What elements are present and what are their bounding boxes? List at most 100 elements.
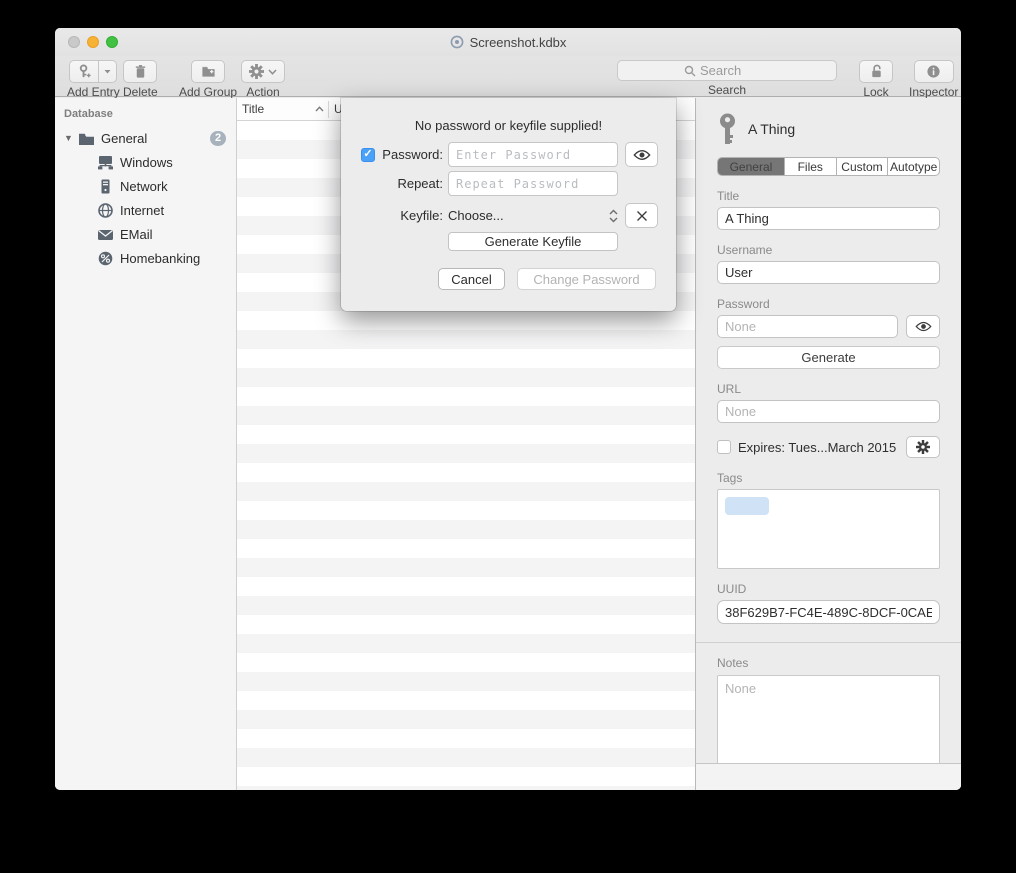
- app-window: Screenshot.kdbx: [55, 28, 961, 790]
- change-password-button[interactable]: Change Password: [517, 268, 656, 290]
- change-password-sheet: No password or keyfile supplied! ✓ Passw…: [341, 98, 676, 311]
- add-entry-button[interactable]: [69, 60, 99, 83]
- expires-checkbox[interactable]: [717, 440, 731, 454]
- generate-label: Generate: [801, 350, 855, 365]
- keyfile-popup[interactable]: Choose...: [448, 208, 618, 223]
- inspector-tabs: General Files Custom Autotype: [717, 157, 940, 176]
- repeat-input[interactable]: [448, 171, 618, 196]
- password-input[interactable]: [448, 142, 618, 167]
- inspector-header: A Thing: [717, 112, 940, 146]
- notes-field[interactable]: [717, 675, 940, 767]
- notes-label: Notes: [717, 656, 940, 670]
- search-input[interactable]: [700, 63, 770, 78]
- sidebar-item-homebanking[interactable]: Homebanking: [55, 246, 236, 270]
- search-icon: [684, 65, 696, 77]
- add-group-button[interactable]: [191, 60, 225, 83]
- gear-icon: [249, 64, 264, 79]
- expires-row: Expires: Tues...March 2015: [717, 436, 940, 458]
- sort-ascending-icon: [315, 106, 324, 112]
- show-password-button[interactable]: [625, 142, 658, 167]
- password-label: Password:: [377, 147, 443, 162]
- sidebar-item-label: Network: [120, 179, 168, 194]
- folder-icon: [78, 131, 95, 146]
- tab-label: Files: [798, 160, 823, 174]
- inspector-button[interactable]: [914, 60, 954, 83]
- add-entry-dropdown[interactable]: [99, 60, 117, 83]
- sidebar-item-network[interactable]: Network: [55, 174, 236, 198]
- sidebar-header: Database: [55, 108, 236, 120]
- uuid-field[interactable]: [717, 600, 940, 624]
- sidebar-item-label: Windows: [120, 155, 173, 170]
- generate-keyfile-button[interactable]: Generate Keyfile: [448, 232, 618, 251]
- sidebar-item-label: EMail: [120, 227, 153, 242]
- title-bar: Screenshot.kdbx: [55, 28, 961, 56]
- sidebar-item-internet[interactable]: Internet: [55, 198, 236, 222]
- percent-coin-icon: [97, 251, 114, 266]
- cancel-button[interactable]: Cancel: [438, 268, 505, 290]
- sidebar-item-email[interactable]: EMail: [55, 222, 236, 246]
- generate-password-button[interactable]: Generate: [717, 346, 940, 369]
- url-field[interactable]: [717, 400, 940, 423]
- tab-label: Custom: [841, 160, 882, 174]
- windows-network-icon: [97, 155, 114, 170]
- inspector-footer: [695, 763, 961, 790]
- window-title-area: Screenshot.kdbx: [55, 28, 961, 56]
- expires-settings-button[interactable]: [906, 436, 940, 458]
- disclosure-triangle-icon[interactable]: ▼: [64, 133, 74, 143]
- inspector-label: Inspector: [909, 85, 958, 99]
- action-group: Action: [241, 60, 285, 99]
- sheet-message: No password or keyfile supplied!: [341, 98, 676, 133]
- add-entry-label: Add Entry: [67, 85, 120, 99]
- column-title-label: Title: [242, 102, 264, 116]
- search-field[interactable]: [617, 60, 837, 81]
- uuid-label: UUID: [717, 582, 940, 596]
- sidebar-item-general[interactable]: ▼ General 2: [55, 126, 236, 150]
- password-row: ✓ Password:: [341, 142, 676, 167]
- tab-general[interactable]: General: [718, 158, 784, 175]
- tab-autotype[interactable]: Autotype: [887, 158, 939, 175]
- sidebar: Database ▼ General 2 Windows: [55, 98, 237, 790]
- tag-chip[interactable]: [725, 497, 769, 515]
- tab-label: General: [730, 160, 773, 174]
- repeat-row: Repeat:: [341, 171, 676, 196]
- action-label: Action: [246, 85, 279, 99]
- keyfile-value: Choose...: [448, 208, 504, 223]
- password-checkbox[interactable]: ✓: [361, 148, 375, 162]
- envelope-icon: [97, 227, 114, 242]
- server-icon: [97, 179, 114, 194]
- sidebar-item-windows[interactable]: Windows: [55, 150, 236, 174]
- gear-icon: [916, 440, 930, 454]
- change-password-label: Change Password: [533, 272, 639, 287]
- tab-custom[interactable]: Custom: [836, 158, 888, 175]
- globe-icon: [97, 203, 114, 218]
- username-field[interactable]: [717, 261, 940, 284]
- column-header-title[interactable]: Title: [237, 102, 328, 116]
- add-entry-group: Add Entry: [67, 60, 120, 99]
- lock-group: Lock: [859, 60, 893, 99]
- lock-button[interactable]: [859, 60, 893, 83]
- expires-label: Expires: Tues...March 2015: [738, 440, 896, 455]
- sheet-actions: Cancel Change Password: [341, 268, 676, 290]
- title-field-label: Title: [717, 189, 940, 203]
- title-field[interactable]: [717, 207, 940, 230]
- key-icon: [717, 113, 738, 146]
- tags-box[interactable]: [717, 489, 940, 569]
- add-group-label: Add Group: [179, 85, 237, 99]
- chevron-down-icon: [268, 67, 277, 76]
- clear-keyfile-button[interactable]: [625, 203, 658, 228]
- key-plus-icon: [77, 64, 92, 79]
- tab-files[interactable]: Files: [784, 158, 836, 175]
- url-field-label: URL: [717, 382, 940, 396]
- password-field[interactable]: [717, 315, 898, 338]
- delete-button[interactable]: [123, 60, 157, 83]
- sidebar-item-label: Internet: [120, 203, 164, 218]
- reveal-password-button[interactable]: [906, 315, 940, 338]
- trash-icon: [133, 64, 148, 79]
- search-group: Search: [617, 60, 837, 97]
- lock-label: Lock: [863, 85, 888, 99]
- entry-count-badge: 2: [210, 131, 226, 146]
- action-button[interactable]: [241, 60, 285, 83]
- search-label: Search: [708, 83, 746, 97]
- inspector-group: Inspector: [909, 60, 958, 99]
- entry-title: A Thing: [748, 121, 795, 137]
